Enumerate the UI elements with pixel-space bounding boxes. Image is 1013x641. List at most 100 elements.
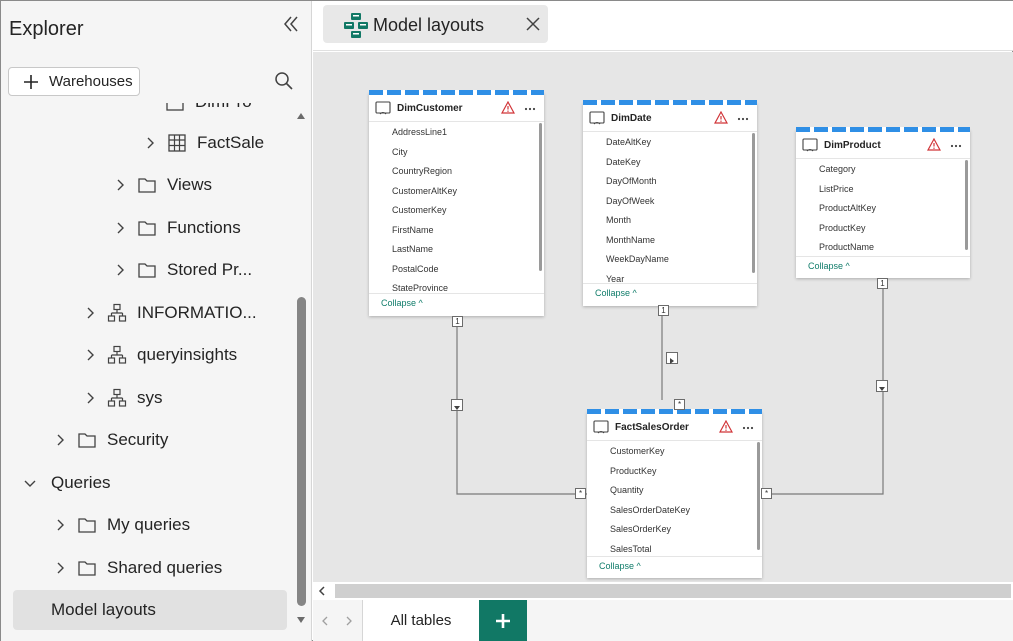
tree-item-queries[interactable]: Queries xyxy=(23,468,111,498)
card-scrollbar[interactable] xyxy=(539,123,542,271)
more-options-icon[interactable] xyxy=(950,140,962,152)
filter-direction-arrow[interactable] xyxy=(451,399,463,411)
column-item[interactable]: MonthName xyxy=(583,231,757,251)
column-item[interactable]: FirstName xyxy=(369,221,544,241)
tree-item-shared-queries[interactable]: Shared queries xyxy=(53,553,222,583)
table-card-dimdate[interactable]: DimDate DateAltKey DateKey DayOfMonth Da… xyxy=(583,100,757,306)
sidebar-scrollbar-thumb[interactable] xyxy=(297,297,306,606)
chevron-left-icon[interactable] xyxy=(317,586,327,596)
more-options-icon[interactable] xyxy=(524,103,536,115)
column-item[interactable]: CustomerKey xyxy=(587,442,762,462)
card-scrollbar[interactable] xyxy=(752,133,755,273)
tab-all-tables[interactable]: All tables xyxy=(363,600,479,641)
tree-item-security[interactable]: Security xyxy=(53,425,168,455)
column-item[interactable]: Year xyxy=(583,270,757,283)
filter-direction-arrow[interactable] xyxy=(876,380,888,392)
table-name: DimProduct xyxy=(824,140,881,151)
chevron-right-icon xyxy=(117,264,124,276)
collapse-link[interactable]: Collapse ^ xyxy=(599,561,641,571)
tree-item-stored-procedures[interactable]: Stored Pr... xyxy=(113,255,252,285)
table-card-factsalesorder[interactable]: FactSalesOrder CustomerKey ProductKey Qu… xyxy=(587,409,762,578)
collapse-link[interactable]: Collapse ^ xyxy=(381,298,423,308)
column-item[interactable]: CustomerKey xyxy=(369,201,544,221)
cardinality-one-badge[interactable]: 1 xyxy=(452,316,463,327)
more-options-icon[interactable] xyxy=(737,113,749,125)
warning-icon[interactable] xyxy=(501,101,515,114)
column-item[interactable]: ListPrice xyxy=(796,180,970,200)
filter-direction-arrow[interactable] xyxy=(666,352,678,364)
card-header[interactable]: DimProduct xyxy=(796,133,970,159)
column-item[interactable]: Category xyxy=(796,160,970,180)
card-header[interactable]: DimCustomer xyxy=(369,96,544,122)
collapse-link[interactable]: Collapse ^ xyxy=(808,261,850,271)
card-scrollbar[interactable] xyxy=(757,442,760,550)
scroll-down-arrow-icon[interactable] xyxy=(296,615,306,625)
tab-label: Model layouts xyxy=(373,15,485,35)
column-item[interactable]: Quantity xyxy=(587,481,762,501)
column-item[interactable]: ProductKey xyxy=(587,462,762,482)
warning-icon[interactable] xyxy=(927,138,941,151)
cardinality-many-badge[interactable]: * xyxy=(674,399,685,410)
column-item[interactable]: StateProvince xyxy=(369,279,544,292)
tree-item-label: Shared queries xyxy=(107,558,223,577)
search-icon[interactable] xyxy=(274,71,294,91)
tree-item-queryinsights[interactable]: queryinsights xyxy=(83,340,237,370)
column-item[interactable]: ProductAltKey xyxy=(796,199,970,219)
tree-item-label: Security xyxy=(107,430,169,449)
column-item[interactable]: CustomerAltKey xyxy=(369,182,544,202)
column-item[interactable]: WeekDayName xyxy=(583,250,757,270)
horizontal-scrollbar-thumb[interactable] xyxy=(335,584,1011,598)
tree-item-dimproduct[interactable]: DimPro xyxy=(165,103,252,117)
add-layout-button[interactable] xyxy=(479,600,527,641)
chevron-right-icon[interactable] xyxy=(345,616,353,626)
chevron-left-icon[interactable] xyxy=(321,616,329,626)
card-footer: Collapse ^ xyxy=(583,283,757,305)
column-item[interactable]: SalesOrderDateKey xyxy=(587,501,762,521)
table-card-dimcustomer[interactable]: DimCustomer AddressLine1 City CountryReg… xyxy=(369,90,544,316)
warning-icon[interactable] xyxy=(719,420,733,433)
tab-model-layouts[interactable]: Model layouts xyxy=(323,5,548,43)
tree-item-my-queries[interactable]: My queries xyxy=(53,510,190,540)
table-icon xyxy=(589,111,605,125)
column-item[interactable]: SalesOrderKey xyxy=(587,520,762,540)
column-item[interactable]: ProductName xyxy=(796,238,970,258)
tree-item-functions[interactable]: Functions xyxy=(113,213,241,243)
card-scrollbar[interactable] xyxy=(965,160,968,250)
scroll-up-arrow-icon[interactable] xyxy=(296,111,306,121)
add-warehouses-button[interactable]: Warehouses xyxy=(8,67,140,96)
tree-item-views[interactable]: Views xyxy=(113,170,212,200)
cardinality-one-badge[interactable]: 1 xyxy=(877,278,888,289)
warning-icon[interactable] xyxy=(714,111,728,124)
cardinality-many-badge[interactable]: * xyxy=(761,488,772,499)
model-canvas[interactable]: DimCustomer AddressLine1 City CountryReg… xyxy=(313,52,1013,582)
model-layout-icon xyxy=(344,13,368,38)
column-item[interactable]: DateKey xyxy=(583,153,757,173)
column-item[interactable]: LastName xyxy=(369,240,544,260)
collapse-panel-icon[interactable] xyxy=(281,13,301,35)
column-item[interactable]: Month xyxy=(583,211,757,231)
tree-item-factsale[interactable]: FactSale xyxy=(143,128,264,158)
cardinality-one-badge[interactable]: 1 xyxy=(658,305,669,316)
table-card-dimproduct[interactable]: DimProduct Category ListPrice ProductAlt… xyxy=(796,127,970,278)
column-item[interactable]: DayOfMonth xyxy=(583,172,757,192)
relationship-customer-sales xyxy=(456,322,587,495)
column-item[interactable]: DayOfWeek xyxy=(583,192,757,212)
card-header[interactable]: FactSalesOrder xyxy=(587,415,762,441)
tree-item-information-schema[interactable]: INFORMATIO... xyxy=(83,298,257,328)
tree-item-model-layouts[interactable]: Model layouts xyxy=(13,590,287,630)
collapse-link[interactable]: Collapse ^ xyxy=(595,288,637,298)
folder-icon xyxy=(138,221,156,236)
card-header[interactable]: DimDate xyxy=(583,106,757,132)
close-icon[interactable] xyxy=(525,16,541,32)
column-item[interactable]: DateAltKey xyxy=(583,133,757,153)
column-item[interactable]: PostalCode xyxy=(369,260,544,280)
column-item[interactable]: AddressLine1 xyxy=(369,123,544,143)
canvas-horizontal-scrollbar[interactable] xyxy=(313,582,1013,600)
tree-item-sys[interactable]: sys xyxy=(83,383,163,413)
column-item[interactable]: City xyxy=(369,143,544,163)
cardinality-many-badge[interactable]: * xyxy=(575,488,586,499)
more-options-icon[interactable] xyxy=(742,422,754,434)
explorer-panel: Explorer Warehouses DimPro xyxy=(1,1,312,641)
column-item[interactable]: CountryRegion xyxy=(369,162,544,182)
column-item[interactable]: ProductKey xyxy=(796,219,970,239)
